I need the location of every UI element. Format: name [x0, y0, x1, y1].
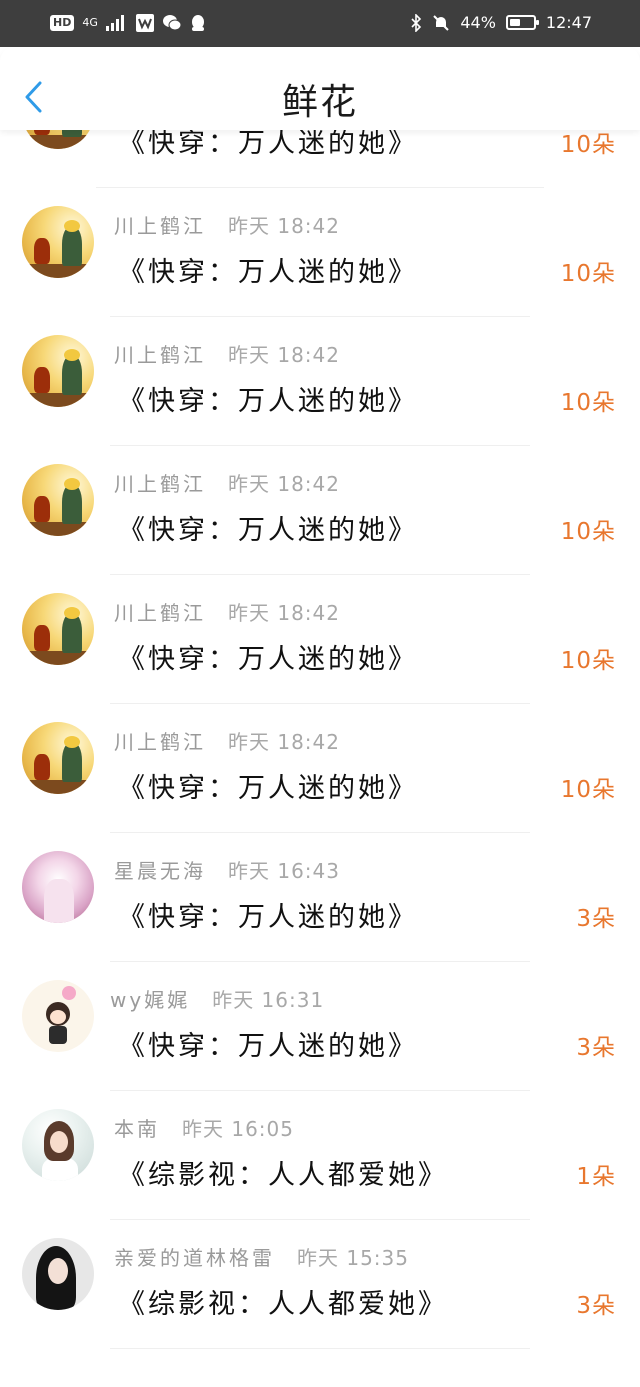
- timestamp: 昨天 18:42: [228, 472, 340, 496]
- divider: [110, 1348, 530, 1349]
- user-name[interactable]: 星晨无海: [114, 859, 206, 883]
- timestamp: 昨天 16:43: [228, 859, 340, 883]
- avatar[interactable]: [22, 1109, 94, 1181]
- avatar[interactable]: [22, 593, 94, 665]
- user-name[interactable]: 川上鹤江: [114, 343, 206, 367]
- flower-count: 1朵: [576, 1164, 616, 1190]
- meta: 星晨无海 昨天 16:43: [114, 855, 340, 883]
- avatar[interactable]: [22, 464, 94, 536]
- timestamp: 昨天 18:42: [228, 214, 340, 238]
- meta: 川上鹤江 昨天 18:42: [114, 210, 340, 238]
- book-title: 《综影视：人人都爱她》: [118, 1160, 448, 1191]
- timestamp: 昨天 18:42: [228, 730, 340, 754]
- user-name[interactable]: 本南: [114, 1117, 160, 1141]
- avatar[interactable]: [22, 335, 94, 407]
- timestamp: 昨天 16:31: [212, 988, 325, 1012]
- avatar[interactable]: [22, 851, 94, 923]
- avatar[interactable]: [22, 130, 94, 149]
- flower-count: 10朵: [560, 777, 616, 803]
- wps-app-icon: [135, 14, 154, 32]
- user-name[interactable]: 川上鹤江: [114, 730, 206, 754]
- flower-count: 10朵: [560, 390, 616, 416]
- meta: 亲爱的道林格雷 昨天 15:35: [114, 1242, 409, 1270]
- book-title: 《快穿：万人迷的她》: [118, 902, 418, 933]
- book-title: 《快穿：万人迷的她》: [118, 1031, 418, 1062]
- bluetooth-icon: [411, 13, 422, 32]
- page-title: 鲜花: [281, 82, 358, 123]
- timestamp: 昨天 18:42: [228, 601, 340, 625]
- signal-label: 4G: [82, 16, 98, 29]
- flower-count: 3朵: [576, 1035, 616, 1061]
- user-name[interactable]: 川上鹤江: [114, 472, 206, 496]
- battery-percent: 44%: [460, 13, 496, 32]
- mute-bell-icon: [433, 14, 450, 31]
- list-item[interactable]: 川上鹤江 昨天 18:42 《快穿：万人迷的她》 10朵: [0, 446, 640, 575]
- timestamp: 昨天 16:05: [182, 1117, 294, 1141]
- battery-icon: [505, 15, 539, 30]
- timestamp: 昨天 15:35: [297, 1246, 409, 1270]
- user-name[interactable]: 川上鹤江: [114, 601, 206, 625]
- list-item[interactable]: 川上鹤江 昨天 18:42 《快穿：万人迷的她》 10朵: [0, 704, 640, 833]
- signal-icon: [105, 15, 124, 31]
- list-item[interactable]: 亲爱的道林格雷 昨天 15:35 《综影视：人人都爱她》 3朵: [0, 1220, 640, 1349]
- qq-icon: [191, 15, 204, 31]
- hd-indicator: HD: [50, 15, 75, 31]
- avatar[interactable]: [22, 980, 94, 1052]
- clock: 12:47: [545, 13, 592, 32]
- avatar[interactable]: [22, 1238, 94, 1310]
- status-bar: HD 4G 44% 12:47: [0, 0, 640, 47]
- flower-count: 10朵: [560, 132, 616, 158]
- book-title: 《快穿：万人迷的她》: [118, 257, 418, 288]
- meta: 川上鹤江 昨天 18:42: [114, 726, 340, 754]
- book-title: 《综影视：人人都爱她》: [118, 1289, 448, 1320]
- user-name[interactable]: wy娓娓: [110, 988, 190, 1012]
- book-title: 《快穿：万人迷的她》: [118, 515, 418, 546]
- user-name[interactable]: 川上鹤江: [114, 214, 206, 238]
- meta: wy娓娓 昨天 16:31: [110, 984, 324, 1012]
- flower-count: 10朵: [560, 648, 616, 674]
- list-item[interactable]: 本南 昨天 16:05 《综影视：人人都爱她》 1朵: [0, 1091, 640, 1220]
- flower-count: 3朵: [576, 906, 616, 932]
- meta: 本南 昨天 16:05: [114, 1113, 294, 1141]
- book-title: 《快穿：万人迷的她》: [118, 386, 418, 417]
- list-item[interactable]: 《快穿：万人迷的她》 10朵: [0, 130, 640, 188]
- user-name[interactable]: 亲爱的道林格雷: [114, 1246, 275, 1270]
- avatar[interactable]: [22, 722, 94, 794]
- list-item[interactable]: 川上鹤江 昨天 18:42 《快穿：万人迷的她》 10朵: [0, 317, 640, 446]
- flower-list: 《快穿：万人迷的她》 10朵 川上鹤江 昨天 18:42 《快穿：万人迷的她》 1…: [0, 130, 640, 1387]
- flower-count: 3朵: [576, 1293, 616, 1319]
- meta: 川上鹤江 昨天 18:42: [114, 339, 340, 367]
- meta: 川上鹤江 昨天 18:42: [114, 597, 340, 625]
- list-item[interactable]: 川上鹤江 昨天 18:42 《快穿：万人迷的她》 10朵: [0, 575, 640, 704]
- book-title: 《快穿：万人迷的她》: [118, 773, 418, 804]
- book-title: 《快穿：万人迷的她》: [118, 644, 418, 675]
- header: 鲜花: [0, 47, 640, 130]
- flower-count: 10朵: [560, 261, 616, 287]
- list-item[interactable]: 川上鹤江 昨天 18:42 《快穿：万人迷的她》 10朵: [0, 188, 640, 317]
- timestamp: 昨天 18:42: [228, 343, 340, 367]
- flower-count: 10朵: [560, 519, 616, 545]
- book-title: 《快穿：万人迷的她》: [118, 130, 418, 159]
- wechat-icon: [162, 15, 182, 31]
- list-item[interactable]: wy娓娓 昨天 16:31 《快穿：万人迷的她》 3朵: [0, 962, 640, 1091]
- avatar[interactable]: [22, 206, 94, 278]
- meta: 川上鹤江 昨天 18:42: [114, 468, 340, 496]
- list-item[interactable]: 星晨无海 昨天 16:43 《快穿：万人迷的她》 3朵: [0, 833, 640, 962]
